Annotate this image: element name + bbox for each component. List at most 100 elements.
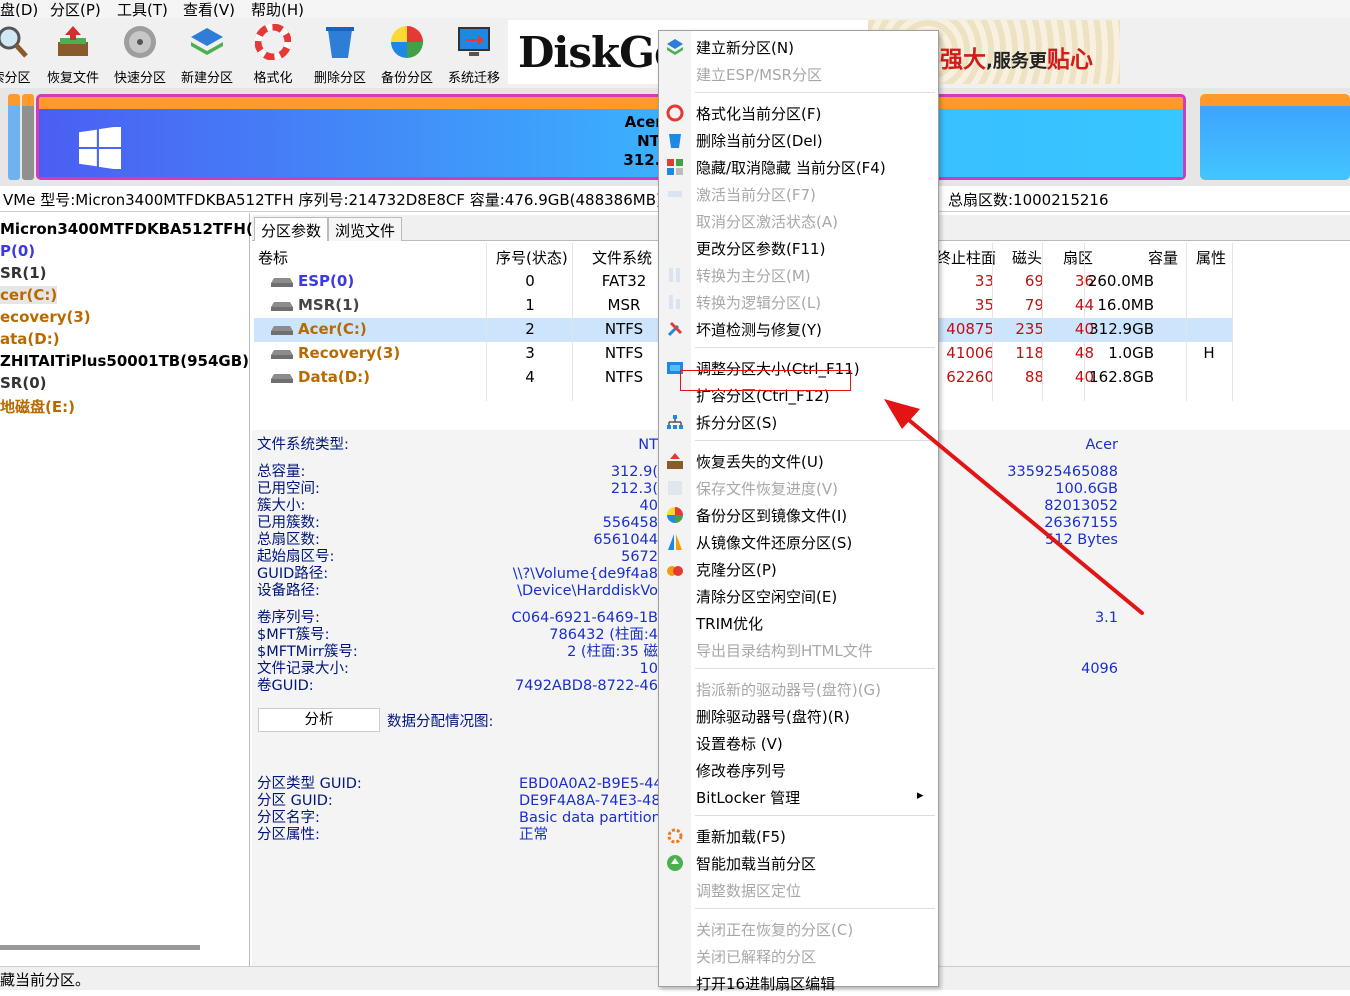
context-menu-item[interactable]: 更改分区参数(F11): [659, 234, 938, 261]
col-header-attr[interactable]: 属性: [1196, 247, 1226, 268]
table-cell-size: 162.8GB: [1089, 368, 1154, 386]
menu-item-label: 重新加载(F5): [696, 828, 786, 846]
menu-item-label: BitLocker 管理: [696, 789, 801, 807]
context-menu-item[interactable]: 关闭已解释的分区: [659, 942, 938, 969]
context-menu-item[interactable]: 设置卷标 (V): [659, 729, 938, 756]
partition-strip-msr[interactable]: [22, 94, 34, 180]
menu-item-label: 保存文件恢复进度(V): [696, 480, 838, 498]
column-divider: [1084, 243, 1085, 401]
context-menu-item[interactable]: 重新加载(F5): [659, 822, 938, 849]
table-cell-fs: NTFS: [604, 320, 644, 338]
partition-row-icon: [270, 322, 294, 340]
menu-view[interactable]: 查看(V): [183, 0, 235, 20]
context-menu-item[interactable]: 激活当前分区(F7): [659, 180, 938, 207]
tab-browse-files[interactable]: 浏览文件: [328, 217, 403, 241]
table-cell-size: 1.0GB: [1108, 344, 1154, 362]
context-menu-item[interactable]: 转换为逻辑分区(L): [659, 288, 938, 315]
recover-icon: [667, 453, 683, 469]
context-menu-item[interactable]: 指派新的驱动器号(盘符)(G): [659, 675, 938, 702]
context-menu-item[interactable]: 智能加载当前分区: [659, 849, 938, 876]
tree-item[interactable]: SR(1): [0, 264, 47, 282]
table-cell-name: MSR(1): [298, 296, 360, 314]
context-menu-item[interactable]: 关闭正在恢复的分区(C): [659, 915, 938, 942]
partition-row-icon: [270, 370, 294, 388]
disk-info-left: VMe 型号:Micron3400MTFDKBA512TFH 序列号:21473…: [3, 191, 662, 209]
menu-item-label: 设置卷标 (V): [696, 735, 783, 753]
table-cell-head: 235: [1015, 320, 1044, 338]
detail-value: 40: [639, 498, 658, 514]
partition-block-c[interactable]: Acer(C:) NTFS 312.9GB: [36, 94, 1186, 180]
restore-icon: [668, 534, 682, 550]
menu-help[interactable]: 帮助(H): [251, 0, 304, 20]
tree-item[interactable]: ecovery(3): [0, 308, 91, 326]
detail-label: 卷序列号:: [257, 610, 320, 626]
tab-partition-params[interactable]: 分区参数: [254, 217, 329, 241]
menu-item-label: 从镜像文件还原分区(S): [696, 534, 853, 552]
tree-item[interactable]: cer(C:): [0, 286, 58, 304]
context-menu-item[interactable]: 坏道检测与修复(Y): [659, 315, 938, 342]
detail-label: 分区 GUID:: [257, 793, 333, 809]
analyze-button[interactable]: 分析: [258, 708, 380, 732]
menu-separator: [695, 815, 935, 816]
context-menu-item[interactable]: 取消分区激活状态(A): [659, 207, 938, 234]
windows-logo-icon: [79, 127, 121, 169]
col-header-end-cyl[interactable]: 终止柱面: [936, 247, 996, 268]
detail-label: 卷GUID:: [257, 678, 314, 694]
tree-item[interactable]: P(0): [0, 242, 35, 260]
context-menu-item[interactable]: 调整数据区定位: [659, 876, 938, 903]
menu-item-label: 导出目录结构到HTML文件: [696, 642, 873, 660]
tree-item[interactable]: SR(0): [0, 374, 47, 392]
context-menu-item[interactable]: BitLocker 管理 ▸: [659, 783, 938, 810]
menu-item-label: 格式化当前分区(F): [696, 105, 822, 123]
col-header-number[interactable]: 序号(状态): [496, 247, 568, 268]
table-cell-head: 79: [1024, 296, 1044, 314]
menu-item-label: 打开16进制扇区编辑: [696, 975, 836, 993]
table-cell-attr: H: [1203, 344, 1215, 362]
detail-label: 起始扇区号:: [257, 549, 335, 565]
menu-tools[interactable]: 工具(T): [117, 0, 168, 20]
context-menu-item[interactable]: 打开16进制扇区编辑: [659, 969, 938, 996]
context-menu-item[interactable]: 转换为主分区(M): [659, 261, 938, 288]
detail-label: 分区属性:: [257, 827, 320, 843]
detail-label: 簇大小:: [257, 498, 306, 514]
menu-item-label: 删除当前分区(Del): [696, 132, 823, 150]
context-menu-item[interactable]: 删除驱动器号(盘符)(R): [659, 702, 938, 729]
context-menu-item[interactable]: 建立ESP/MSR分区: [659, 60, 938, 87]
recover-files-icon: [58, 26, 88, 56]
context-menu-item[interactable]: 删除当前分区(Del): [659, 126, 938, 153]
detail-value: 2 (柱面:35 磁: [567, 644, 658, 660]
context-menu-item[interactable]: 修改卷序列号: [659, 756, 938, 783]
context-menu-item[interactable]: 导出目录结构到HTML文件: [659, 636, 938, 663]
highlight-box: [680, 370, 851, 391]
menu-item-label: TRIM优化: [696, 615, 763, 633]
col-header-capacity[interactable]: 容量: [1148, 247, 1178, 268]
menu-item-label: 更改分区参数(F11): [696, 240, 826, 258]
detail-value: 5672: [621, 549, 658, 565]
partition-block-data[interactable]: [1200, 94, 1350, 180]
tree-item[interactable]: 地磁盘(E:): [0, 396, 75, 417]
context-menu-item[interactable]: 隐藏/取消隐藏 当前分区(F4): [659, 153, 938, 180]
table-cell-fs: FAT32: [601, 272, 647, 290]
col-header-fs[interactable]: 文件系统: [592, 247, 652, 268]
table-cell-fs: NTFS: [604, 368, 644, 386]
system-migration-button[interactable]: 系统迁移: [441, 18, 507, 88]
partition-strip-esp[interactable]: [8, 94, 20, 180]
context-menu-item[interactable]: 格式化当前分区(F): [659, 99, 938, 126]
tree-item[interactable]: ata(D:): [0, 330, 60, 348]
table-cell-head: 118: [1015, 344, 1044, 362]
detail-label: GUID路径:: [257, 566, 329, 582]
col-header-head[interactable]: 磁头: [1012, 247, 1042, 268]
tree-scrollbar[interactable]: [0, 945, 200, 950]
convert-logical-icon: [669, 295, 680, 309]
col-header-sector[interactable]: 扇区: [1063, 247, 1093, 268]
tree-item[interactable]: Micron3400MTFDKBA512TFH(47: [0, 220, 274, 238]
tree-item[interactable]: ZHITAITiPlus50001TB(954GB): [0, 352, 249, 370]
context-menu-item[interactable]: 建立新分区(N): [659, 33, 938, 60]
detail-label: 分区名字:: [257, 810, 320, 826]
menu-disk[interactable]: 盘(D): [0, 0, 38, 20]
col-header-label[interactable]: 卷标: [258, 247, 288, 268]
detail-value: 786432 (柱面:4: [549, 627, 658, 643]
menu-item-label: 隐藏/取消隐藏 当前分区(F4): [696, 159, 886, 177]
trash-icon: [326, 27, 354, 58]
menu-partition[interactable]: 分区(P): [50, 0, 101, 20]
